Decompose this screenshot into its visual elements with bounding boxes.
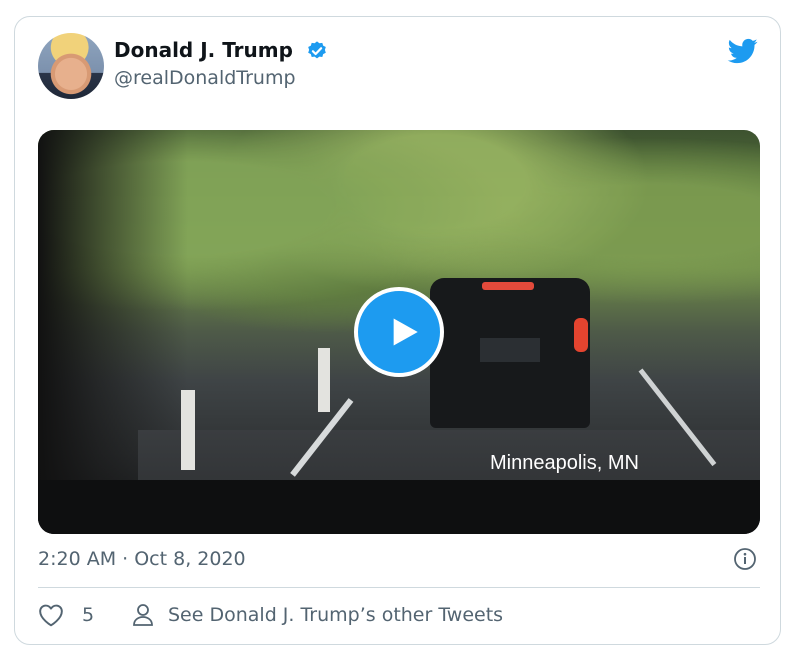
play-icon <box>393 318 418 346</box>
info-icon[interactable] <box>733 547 757 571</box>
person-icon <box>133 604 153 626</box>
video-frame-post <box>181 390 195 470</box>
like-button[interactable]: 5 <box>38 603 94 627</box>
divider <box>38 587 760 588</box>
twitter-bird-icon[interactable] <box>726 36 760 66</box>
author-name[interactable]: Donald J. Trump <box>114 38 293 62</box>
video-location-caption: Minneapolis, MN <box>490 452 639 474</box>
heart-icon <box>39 604 63 627</box>
see-other-tweets-link[interactable]: See Donald J. Trump’s other Tweets <box>132 603 503 627</box>
avatar[interactable] <box>38 33 104 99</box>
video-frame-dashboard <box>38 480 760 534</box>
play-button[interactable] <box>354 287 444 377</box>
car-tail-light <box>574 318 588 352</box>
see-other-tweets-label: See Donald J. Trump’s other Tweets <box>168 604 504 626</box>
car-brake-light <box>482 282 534 290</box>
video-frame-post <box>318 348 330 412</box>
author-handle[interactable]: @realDonaldTrump <box>114 67 296 89</box>
tweet-timestamp[interactable]: 2:20 AM · Oct 8, 2020 <box>38 548 246 570</box>
like-count: 5 <box>82 604 95 626</box>
car-window <box>480 338 540 362</box>
video-frame-car <box>430 278 590 428</box>
verified-badge-icon <box>308 41 326 59</box>
